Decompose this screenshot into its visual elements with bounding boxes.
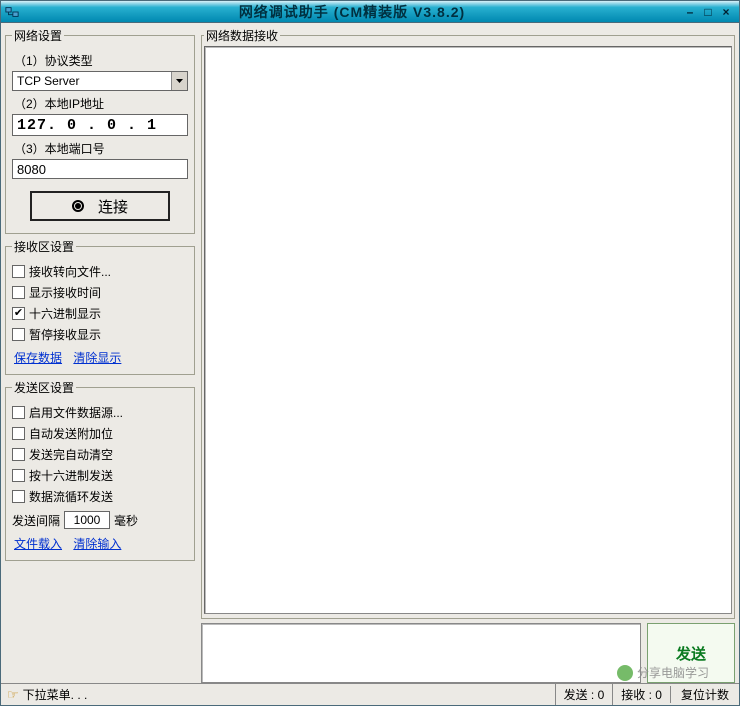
send-option-3[interactable]: 按十六进制发送 [12,467,188,484]
send-interval-input[interactable]: 1000 [64,511,110,529]
reset-counter-button[interactable]: 复位计数 [670,686,739,703]
local-ip-label: （2）本地IP地址 [14,95,188,112]
close-button[interactable]: × [717,5,735,19]
send-option-2[interactable]: 发送完自动清空 [12,446,188,463]
clear-display-link[interactable]: 清除显示 [73,351,121,365]
recv-settings-group: 接收区设置 接收转向文件... 显示接收时间十六进制显示暂停接收显示 保存数据 清… [5,238,195,375]
checkbox-icon[interactable] [12,490,25,503]
chevron-down-icon[interactable] [171,72,187,90]
send-option-0[interactable]: 启用文件数据源... [12,404,188,421]
send-settings-group: 发送区设置 启用文件数据源... 自动发送附加位发送完自动清空按十六进制发送数据流… [5,379,195,561]
checkbox-label: 接收转向文件... [29,263,111,280]
clear-input-link[interactable]: 清除输入 [73,537,121,551]
recv-option-1[interactable]: 显示接收时间 [12,284,188,301]
send-interval-prefix: 发送间隔 [12,512,60,529]
file-load-link[interactable]: 文件载入 [14,537,62,551]
local-ip-input[interactable]: 127. 0 . 0 . 1 [12,114,188,136]
recv-settings-legend: 接收区设置 [12,238,76,255]
recv-data-legend: 网络数据接收 [204,27,280,44]
minimize-button[interactable]: – [681,5,699,19]
checkbox-label: 按十六进制发送 [29,467,113,484]
send-textarea[interactable] [201,623,641,683]
app-window: 网络调试助手 (CM精装版 V3.8.2) – □ × 网络设置 （1）协议类型… [0,0,740,706]
checkbox-icon[interactable] [12,406,25,419]
hand-icon: ☞ [7,687,19,703]
recv-data-group: 网络数据接收 [201,27,735,619]
checkbox-label: 显示接收时间 [29,284,101,301]
recv-option-0[interactable]: 接收转向文件... [12,263,188,280]
recv-textarea[interactable] [204,46,732,614]
network-settings-legend: 网络设置 [12,27,64,44]
status-recv: 接收 : 0 [612,684,670,705]
send-option-4[interactable]: 数据流循环发送 [12,488,188,505]
send-option-1[interactable]: 自动发送附加位 [12,425,188,442]
send-settings-legend: 发送区设置 [12,379,76,396]
checkbox-label: 十六进制显示 [29,305,101,322]
checkbox-label: 自动发送附加位 [29,425,113,442]
wechat-icon [617,665,633,681]
checkbox-label: 数据流循环发送 [29,488,113,505]
maximize-button[interactable]: □ [699,5,717,19]
local-port-label: （3）本地端口号 [14,140,188,157]
checkbox-icon[interactable] [12,265,25,278]
status-bar: ☞ 下拉菜单. . . 发送 : 0 接收 : 0 复位计数 [1,683,739,705]
protocol-type-value: TCP Server [13,74,171,88]
record-icon [72,200,84,212]
title-bar: 网络调试助手 (CM精装版 V3.8.2) – □ × [1,1,739,23]
recv-option-3[interactable]: 暂停接收显示 [12,326,188,343]
checkbox-icon[interactable] [12,448,25,461]
checkbox-icon[interactable] [12,328,25,341]
checkbox-icon[interactable] [12,469,25,482]
connect-button-label: 连接 [98,196,128,217]
dropdown-menu-button[interactable]: ☞ 下拉菜单. . . [1,686,97,703]
watermark: 分享电脑学习 [617,664,709,681]
save-data-link[interactable]: 保存数据 [14,351,62,365]
checkbox-label: 暂停接收显示 [29,326,101,343]
checkbox-icon[interactable] [12,427,25,440]
protocol-type-label: （1）协议类型 [14,52,188,69]
checkbox-label: 发送完自动清空 [29,446,113,463]
status-sent: 发送 : 0 [555,684,613,705]
checkbox-icon[interactable] [12,286,25,299]
connect-button[interactable]: 连接 [30,191,170,221]
recv-option-2[interactable]: 十六进制显示 [12,305,188,322]
window-title: 网络调试助手 (CM精装版 V3.8.2) [23,2,681,22]
app-icon [5,5,19,19]
local-port-input[interactable]: 8080 [12,159,188,179]
send-interval-suffix: 毫秒 [114,512,138,529]
checkbox-label: 启用文件数据源... [29,404,123,421]
network-settings-group: 网络设置 （1）协议类型 TCP Server （2）本地IP地址 127. 0… [5,27,195,234]
protocol-type-select[interactable]: TCP Server [12,71,188,91]
checkbox-icon[interactable] [12,307,25,320]
